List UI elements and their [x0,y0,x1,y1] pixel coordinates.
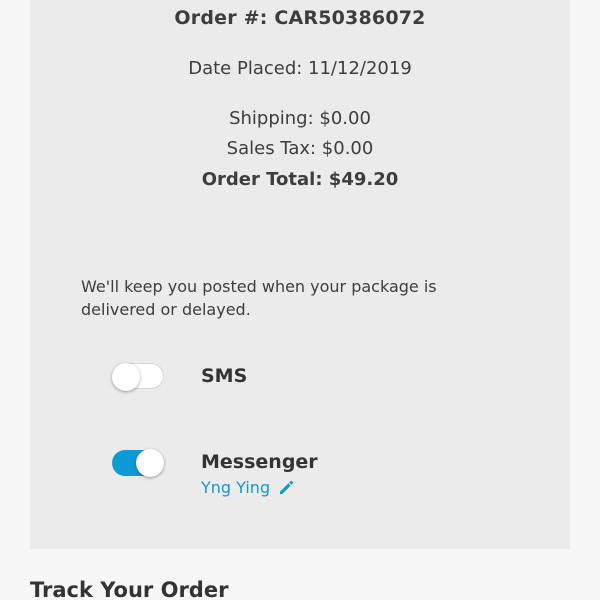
shipping-cost: Shipping: $0.00 [229,108,371,129]
sales-tax: Sales Tax: $0.00 [226,138,374,159]
messenger-toggle[interactable] [112,449,164,477]
messenger-user-link[interactable]: Yng Ying [201,478,295,497]
messenger-user-name: Yng Ying [201,478,271,497]
messenger-label: Messenger [201,451,318,473]
order-total: Order Total: $49.20 [201,169,399,190]
order-confirmation-page: Order #: CAR50386072 Date Placed: 11/12/… [0,0,600,600]
track-order-heading: Track Your Order [30,578,229,600]
order-number: Order #: CAR50386072 [174,7,426,29]
sms-toggle[interactable] [112,363,164,391]
notification-notice: We'll keep you posted when your package … [81,277,437,319]
toggle-knob [112,363,140,391]
toggle-knob [136,449,164,477]
sms-label: SMS [201,365,248,387]
pencil-icon[interactable] [278,479,295,496]
date-placed: Date Placed: 11/12/2019 [188,58,412,79]
